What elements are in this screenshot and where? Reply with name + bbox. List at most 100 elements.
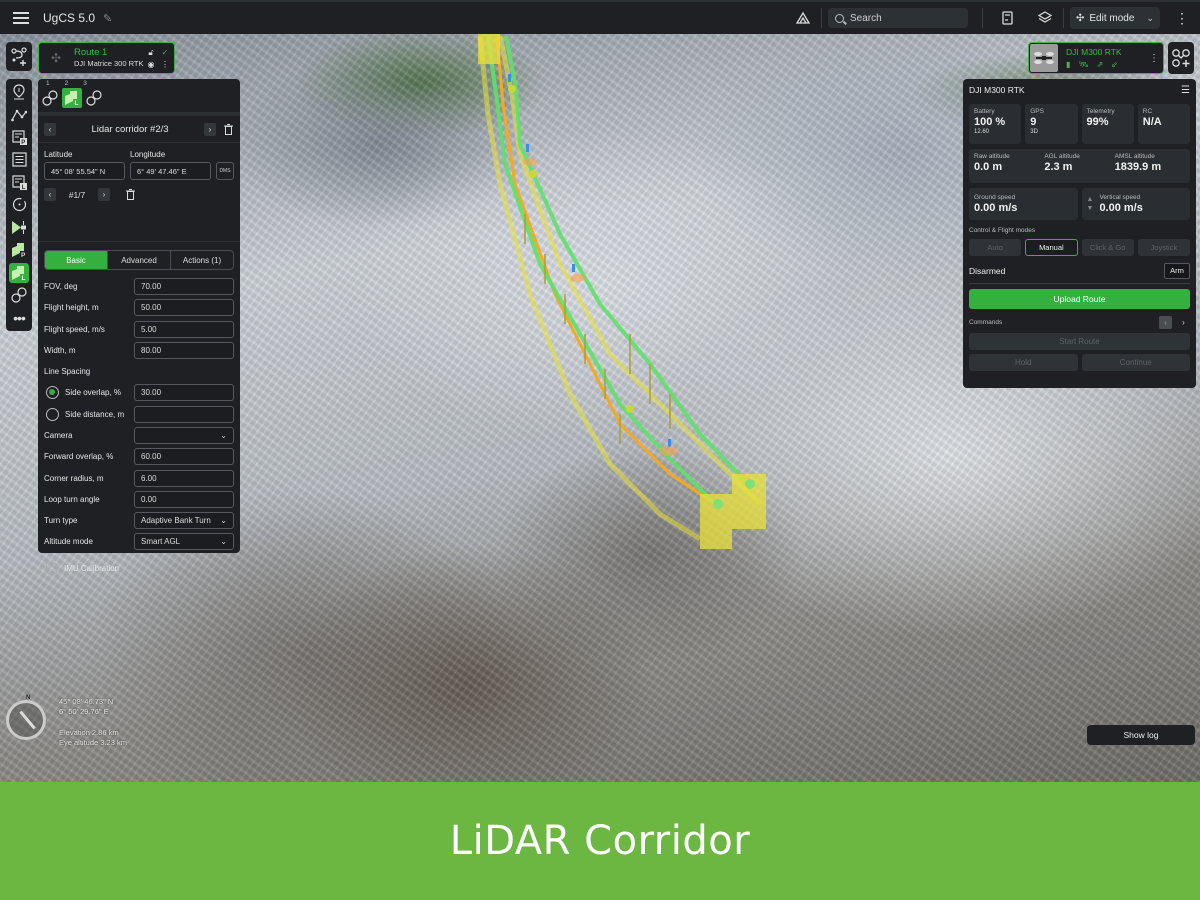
tab-actions[interactable]: Actions (1) [171, 251, 233, 269]
arm-button[interactable]: Arm [1164, 262, 1190, 279]
edit-title-pencil-icon[interactable]: ✎ [103, 12, 112, 25]
next-waypoint-button[interactable]: › [98, 188, 110, 201]
loop-turn-angle-input[interactable]: 0.00 [134, 490, 234, 508]
search-input[interactable]: Search [828, 8, 968, 28]
add-vehicle-icon [1172, 49, 1190, 67]
side-distance-input[interactable] [134, 405, 234, 423]
tool-area-scan[interactable] [9, 150, 29, 170]
list-menu-icon[interactable]: ☰ [1181, 85, 1190, 96]
corner-radius-input[interactable]: 6.00 [134, 469, 234, 487]
fov-input[interactable]: 70.00 [134, 278, 234, 296]
imu-calibration-checkbox[interactable] [46, 562, 57, 574]
tool-palette: P L P L ••• [6, 79, 32, 331]
flight-height-input[interactable]: 50.00 [134, 299, 234, 317]
prev-waypoint-button[interactable]: ‹ [44, 188, 56, 201]
eye-icon[interactable]: ◉ [145, 60, 157, 69]
delete-segment-icon[interactable] [222, 123, 234, 136]
turn-type-select[interactable]: Adaptive Bank Turn ⌄ [134, 512, 234, 530]
coordinate-format-button[interactable]: DMS [216, 162, 234, 180]
rc-value: N/A [1142, 116, 1162, 128]
commands-prev-button[interactable]: ‹ [1159, 315, 1172, 329]
vehicle-card[interactable]: DJI M300 RTK ▮ 🛰︎ ⇗ ⇙ ⋮ [1028, 42, 1164, 74]
tool-photogrammetry-corridor[interactable]: P [9, 240, 29, 260]
param-loop-turn-angle: Loop turn angle 0.00 [38, 489, 240, 510]
tool-double-grid[interactable] [9, 285, 29, 305]
mode-click-go-button[interactable]: Click & Go [1081, 239, 1134, 256]
start-route-button[interactable]: Start Route [969, 333, 1190, 350]
tool-lidar-corridor[interactable]: L [9, 262, 29, 283]
forward-overlap-label: Forward overlap, % [44, 452, 114, 462]
continue-button[interactable]: Continue [1081, 354, 1190, 371]
ground-speed-tile: Ground speed 0.00 m/s [969, 188, 1078, 220]
mode-manual-button[interactable]: Manual [1025, 239, 1078, 256]
waypoint-marker [508, 85, 516, 93]
control-modes-label: Control & Flight modes [969, 227, 1036, 234]
mode-auto-button[interactable]: Auto [969, 239, 1022, 256]
rc-tile: RC N/A [1137, 104, 1190, 144]
segment-2-button[interactable]: L [62, 88, 82, 108]
altitude-mode-select[interactable]: Smart AGL ⌄ [134, 533, 234, 551]
unlock-icon[interactable]: 🔓︎ [145, 48, 157, 58]
tool-photogrammetry[interactable]: P [9, 127, 29, 147]
mode-joystick-button[interactable]: Joystick [1137, 239, 1190, 256]
arm-status: Disarmed [969, 265, 1006, 276]
next-segment-button[interactable]: › [204, 122, 216, 136]
route-more-icon[interactable]: ⋮ [159, 60, 171, 69]
route-card[interactable]: ✣ Route 1 DJI Matrice 300 RTK 🔓︎ ✓ ◉ ⋮ [38, 42, 175, 74]
waypoint-marker [713, 499, 723, 509]
side-overlap-radio[interactable] [46, 386, 59, 400]
svg-text:P: P [21, 252, 26, 258]
commands-next-button[interactable]: › [1177, 316, 1190, 329]
compass-widget[interactable]: N [6, 695, 46, 740]
add-vehicle-button[interactable] [1168, 42, 1194, 74]
telemetry-label: Telemetry [1086, 108, 1115, 115]
battery-tile: Battery 100 % 12.60 [969, 104, 1022, 144]
show-log-button[interactable]: Show log [1087, 725, 1195, 745]
upload-route-button[interactable]: Upload Route [969, 289, 1190, 309]
segment-3-button[interactable] [84, 88, 104, 108]
latitude-input[interactable]: 45° 08' 55.54" N [44, 162, 125, 180]
forward-overlap-input[interactable]: 60.00 [134, 448, 234, 466]
photo-corridor-icon: P [12, 243, 27, 259]
layers-icon[interactable] [1033, 6, 1057, 30]
tool-lidar-area[interactable]: L [9, 172, 29, 192]
tab-advanced[interactable]: Advanced [108, 251, 171, 269]
width-input[interactable]: 80.00 [134, 342, 234, 360]
tool-circle[interactable] [9, 195, 29, 215]
delete-waypoint-icon[interactable] [124, 188, 136, 201]
side-overlap-input[interactable]: 30.00 [134, 384, 234, 402]
waypoint-pin-icon [13, 84, 25, 100]
hamburger-menu-icon[interactable] [13, 12, 29, 24]
camera-select[interactable]: ⌄ [134, 426, 234, 444]
latitude-label: Latitude [44, 150, 73, 159]
tool-more[interactable]: ••• [9, 308, 29, 328]
fov-label: FOV, deg [44, 282, 78, 292]
side-overlap-label: Side overlap, % [65, 388, 122, 398]
tool-vertical-scan[interactable] [9, 218, 29, 238]
vehicle-more-icon[interactable]: ⋮ [1149, 53, 1159, 64]
photogrammetry-area-icon: P [11, 130, 27, 145]
segment-1-button[interactable] [40, 88, 60, 108]
mission-document-icon[interactable] [995, 6, 1019, 30]
edit-mode-dropdown[interactable]: ✣ Edit mode ⌄ [1070, 7, 1160, 29]
rc-signal-icon: ⇙ [1111, 60, 1118, 69]
svg-text:L: L [75, 100, 79, 106]
tool-polyline[interactable] [9, 105, 29, 125]
side-distance-radio[interactable] [46, 407, 59, 421]
add-route-button[interactable] [6, 42, 32, 71]
gps-fix: 3D [1030, 129, 1038, 135]
tab-basic[interactable]: Basic [45, 251, 108, 269]
terrain-mountain-icon[interactable] [791, 6, 815, 30]
hold-button[interactable]: Hold [969, 354, 1078, 371]
lidar-area-icon: L [11, 175, 27, 190]
more-options-icon[interactable]: ⋮ [1172, 10, 1192, 27]
svg-text:P: P [21, 140, 25, 145]
drone-icon [1034, 52, 1054, 64]
tool-waypoint[interactable] [9, 82, 29, 102]
elevation-readout: Elevation 2.86 km [59, 728, 119, 737]
telemetry-value: 99% [1086, 116, 1109, 128]
flight-speed-input[interactable]: 5.00 [134, 320, 234, 338]
prev-segment-button[interactable]: ‹ [44, 122, 56, 136]
longitude-input[interactable]: 6° 49' 47.46" E [130, 162, 211, 180]
segment-strip: 1 2 3 L [38, 79, 240, 113]
